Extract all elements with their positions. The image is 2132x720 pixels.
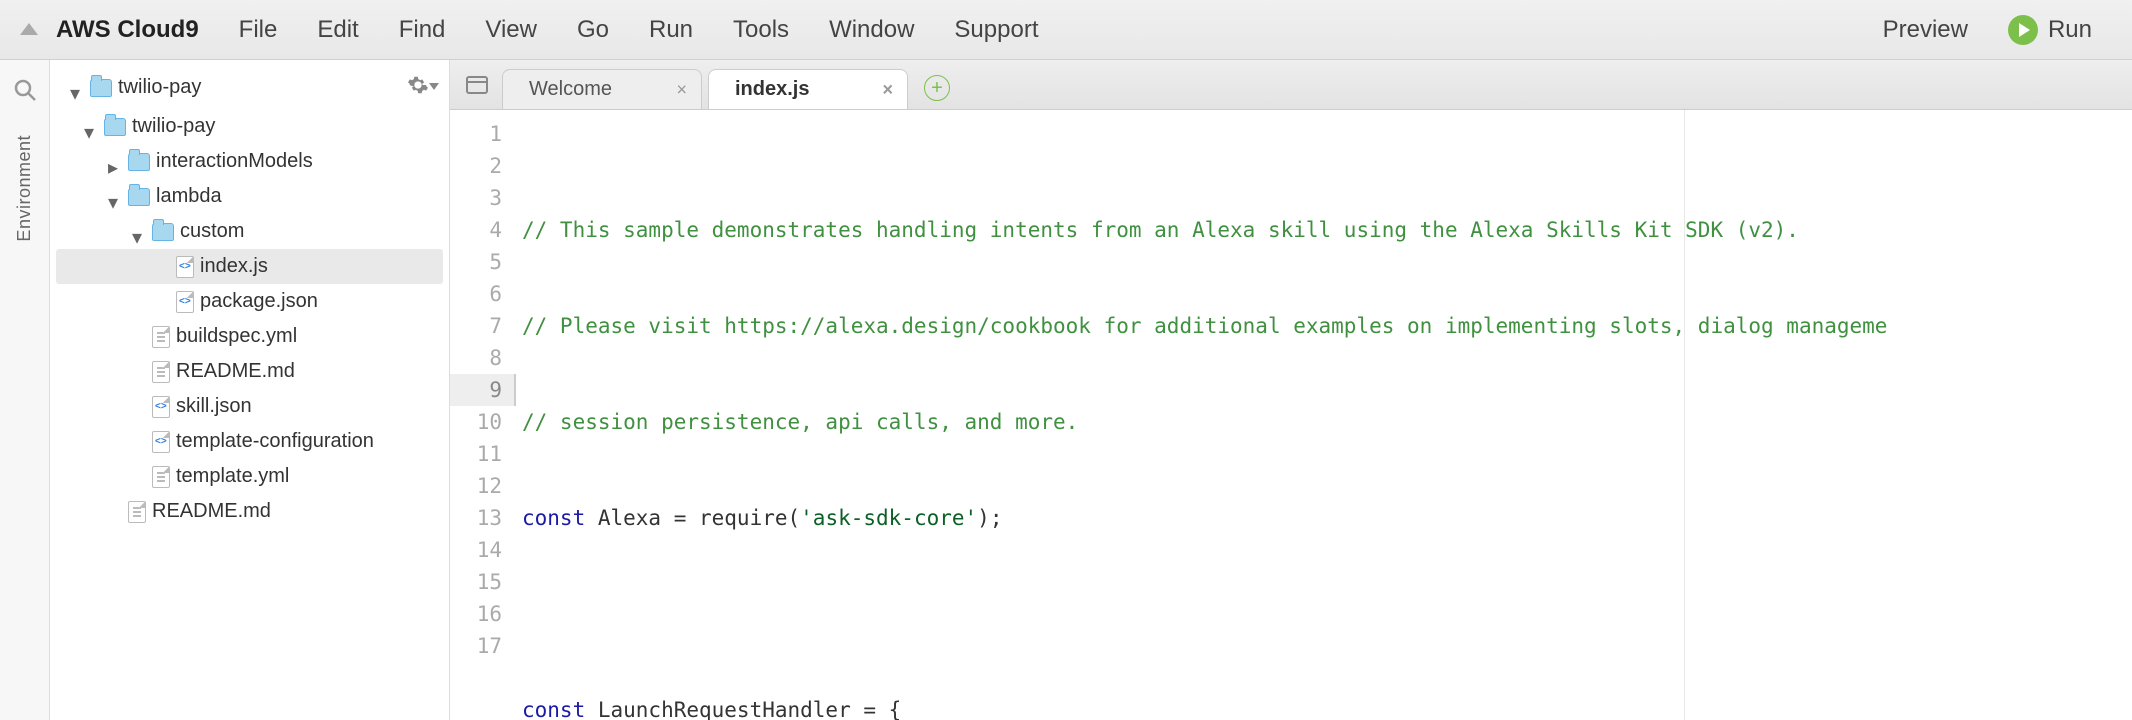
line-number: 1 <box>450 118 502 150</box>
tab-label: Welcome <box>529 78 612 101</box>
tree-file-readme-outer[interactable]: README.md <box>56 494 443 529</box>
folder-icon <box>128 188 150 206</box>
tree-item-label: custom <box>180 220 244 243</box>
code-content[interactable]: // This sample demonstrates handling int… <box>516 110 2132 720</box>
tree-item-label: index.js <box>200 255 268 278</box>
folder-icon <box>152 223 174 241</box>
folder-icon <box>104 118 126 136</box>
menu-support[interactable]: Support <box>934 10 1058 50</box>
json-file-icon <box>176 291 194 313</box>
line-number: 13 <box>450 502 502 534</box>
code-editor[interactable]: 1 2 3 4 5 6 7 8 9 10 11 12 13 14 15 16 1… <box>450 110 2132 720</box>
tree-item-label: README.md <box>152 500 271 523</box>
line-number: 15 <box>450 566 502 598</box>
tree-item-label: interactionModels <box>156 150 313 173</box>
tree-item-label: buildspec.yml <box>176 325 297 348</box>
tree-file-template-configuration[interactable]: template-configuration <box>56 424 443 459</box>
folder-icon <box>90 79 112 97</box>
line-number: 9 <box>450 374 516 406</box>
tabbar: Welcome × index.js × + <box>450 60 2132 110</box>
line-number: 12 <box>450 470 502 502</box>
line-number: 3 <box>450 182 502 214</box>
tree-item-label: lambda <box>156 185 222 208</box>
json-file-icon <box>152 431 170 453</box>
tree-item-label: README.md <box>176 360 295 383</box>
play-icon <box>2008 15 2038 45</box>
folder-icon <box>128 153 150 171</box>
line-number: 10 <box>450 406 502 438</box>
tree-item-label: skill.json <box>176 395 252 418</box>
line-number: 17 <box>450 630 502 662</box>
tree-file-buildspec[interactable]: buildspec.yml <box>56 319 443 354</box>
brand-label[interactable]: AWS Cloud9 <box>56 16 199 44</box>
tree-folder-custom[interactable]: custom <box>56 214 443 249</box>
chevron-down-icon <box>108 190 122 204</box>
tree-item-label: package.json <box>200 290 318 313</box>
menu-view[interactable]: View <box>465 10 557 50</box>
line-number: 4 <box>450 214 502 246</box>
line-number: 6 <box>450 278 502 310</box>
line-number: 7 <box>450 310 502 342</box>
search-icon[interactable] <box>13 78 37 105</box>
chevron-right-icon <box>108 155 122 169</box>
line-number: 11 <box>450 438 502 470</box>
tree-folder-interactionmodels[interactable]: interactionModels <box>56 144 443 179</box>
line-number: 2 <box>450 150 502 182</box>
print-margin <box>1684 110 1685 720</box>
menubar: AWS Cloud9 File Edit Find View Go Run To… <box>0 0 2132 60</box>
run-button[interactable]: Run <box>2008 15 2112 45</box>
editor-area: Welcome × index.js × + 1 2 3 4 5 6 7 8 9… <box>450 60 2132 720</box>
tab-label: index.js <box>735 78 809 101</box>
md-file-icon <box>128 501 146 523</box>
new-tab-button[interactable]: + <box>924 75 950 101</box>
yml-file-icon <box>152 326 170 348</box>
tree-file-skill-json[interactable]: skill.json <box>56 389 443 424</box>
menu-goto[interactable]: Go <box>557 10 629 50</box>
tree-file-package-json[interactable]: package.json <box>56 284 443 319</box>
chevron-down-icon <box>84 120 98 134</box>
menu-edit[interactable]: Edit <box>297 10 378 50</box>
menu-tools[interactable]: Tools <box>713 10 809 50</box>
tree-file-readme[interactable]: README.md <box>56 354 443 389</box>
close-icon[interactable]: × <box>882 79 893 100</box>
tree-folder-lambda[interactable]: lambda <box>56 179 443 214</box>
run-label: Run <box>2048 16 2092 44</box>
tree-file-template-yml[interactable]: template.yml <box>56 459 443 494</box>
preview-button[interactable]: Preview <box>1883 16 1968 44</box>
tree-file-index-js[interactable]: index.js <box>56 249 443 284</box>
tree-item-label: template.yml <box>176 465 289 488</box>
tab-index-js[interactable]: index.js × <box>708 69 908 109</box>
collapse-icon[interactable] <box>20 22 38 38</box>
line-number: 5 <box>450 246 502 278</box>
chevron-down-icon <box>132 225 146 239</box>
menu-find[interactable]: Find <box>379 10 466 50</box>
file-tree-panel: twilio-pay twilio-pay interactionModels <box>50 60 450 720</box>
left-rail: Environment <box>0 60 50 720</box>
menu-run[interactable]: Run <box>629 10 713 50</box>
close-icon[interactable]: × <box>676 79 687 100</box>
md-file-icon <box>152 361 170 383</box>
tree-root-label: twilio-pay <box>118 76 201 99</box>
gear-icon[interactable] <box>407 74 429 102</box>
menu-window[interactable]: Window <box>809 10 934 50</box>
tab-welcome[interactable]: Welcome × <box>502 69 702 109</box>
environment-tab[interactable]: Environment <box>14 135 35 242</box>
line-number: 14 <box>450 534 502 566</box>
line-gutter: 1 2 3 4 5 6 7 8 9 10 11 12 13 14 15 16 1… <box>450 110 516 720</box>
chevron-down-icon <box>70 81 84 95</box>
json-file-icon <box>152 396 170 418</box>
line-number: 8 <box>450 342 502 374</box>
tree-item-label: template-configuration <box>176 430 374 453</box>
tree-item-label: twilio-pay <box>132 115 215 138</box>
line-number: 16 <box>450 598 502 630</box>
tree-root[interactable]: twilio-pay <box>70 70 209 105</box>
menu-file[interactable]: File <box>219 10 298 50</box>
pane-menu-icon[interactable] <box>466 76 488 97</box>
yml-file-icon <box>152 466 170 488</box>
js-file-icon <box>176 256 194 278</box>
tree-folder-twilio-pay[interactable]: twilio-pay <box>56 109 443 144</box>
